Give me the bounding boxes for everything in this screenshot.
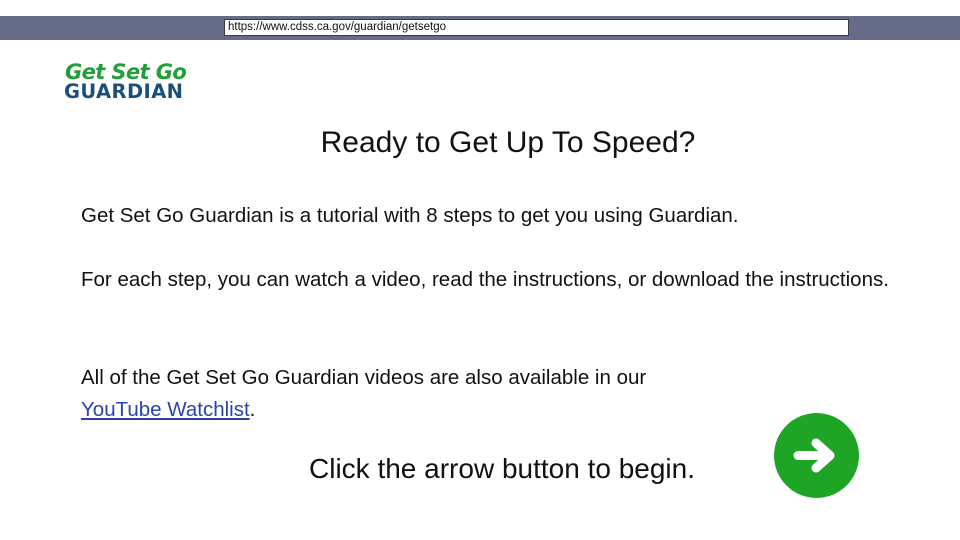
logo-line-2: GUARDIAN — [64, 80, 184, 103]
next-arrow-button[interactable] — [774, 413, 859, 498]
youtube-watchlist-link[interactable]: YouTube Watchlist — [81, 398, 250, 421]
logo: Get Set Go GUARDIAN — [64, 60, 214, 104]
url-field[interactable]: https://www.cdss.ca.gov/guardian/getsetg… — [224, 19, 849, 36]
paragraph-period: . — [249, 398, 256, 421]
call-to-action-text: Click the arrow button to begin. — [309, 453, 695, 484]
videos-paragraph-text: All of the Get Set Go Guardian videos ar… — [81, 366, 647, 389]
intro-paragraph: Get Set Go Guardian is a tutorial with 8… — [81, 204, 739, 227]
browser-bar: https://www.cdss.ca.gov/guardian/getsetg… — [0, 16, 960, 40]
steps-paragraph: For each step, you can watch a video, re… — [81, 268, 889, 291]
page-title: Ready to Get Up To Speed? — [320, 126, 696, 159]
arrow-right-icon — [793, 438, 835, 473]
